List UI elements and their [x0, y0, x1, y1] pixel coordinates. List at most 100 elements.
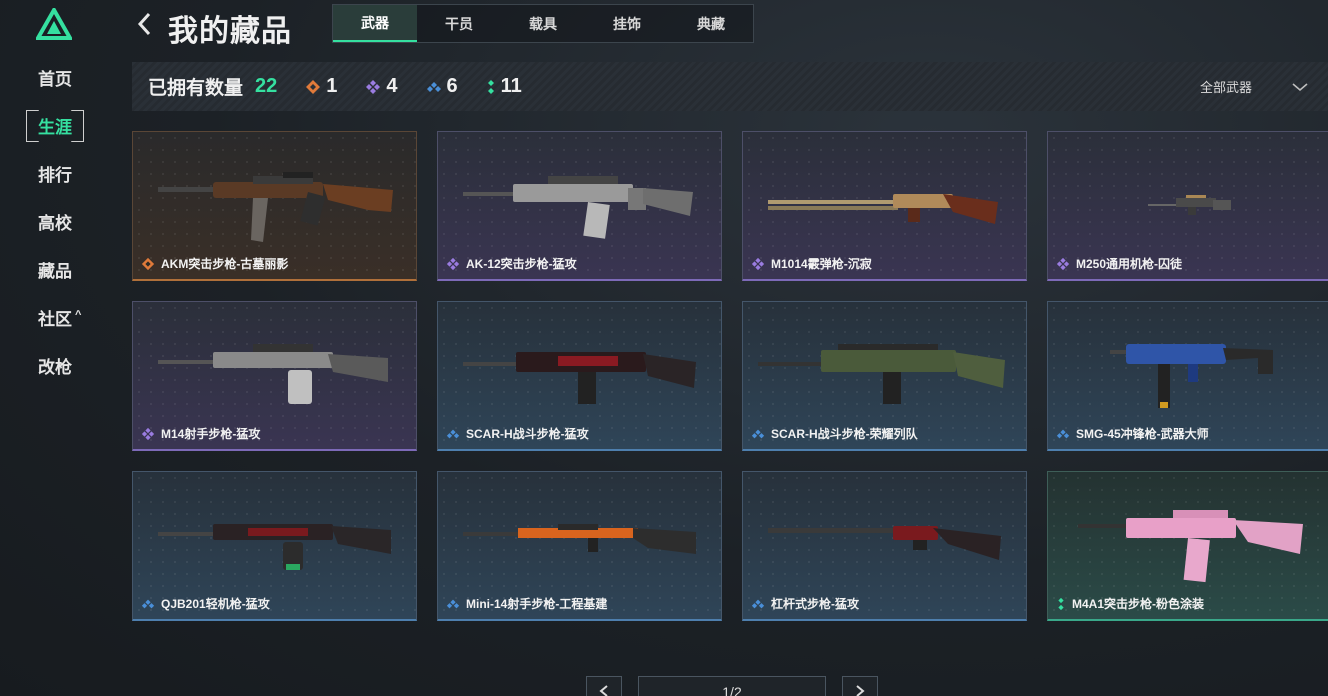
weapon-filter-dropdown[interactable]: 全部武器	[1200, 62, 1308, 111]
card-caption: M4A1突击步枪-粉色涂装	[1056, 595, 1204, 612]
rarity-count-green: 11	[486, 75, 522, 98]
collection-card[interactable]: M4A1突击步枪-粉色涂装	[1047, 471, 1328, 621]
card-title: SMG-45冲锋枪-武器大师	[1076, 427, 1209, 441]
collection-card[interactable]: AK-12突击步枪-猛攻	[437, 131, 722, 281]
sidebar-item-label: 排行	[38, 165, 72, 185]
shotgun-m1014-image	[768, 194, 998, 224]
collection-card[interactable]: AKM突击步枪-古墓丽影	[132, 131, 417, 281]
card-caption: SCAR-H战斗步枪-荣耀列队	[751, 425, 918, 442]
sidebar-item-home[interactable]: 首页	[24, 60, 88, 94]
rifle-m4a1-pink-image	[1078, 510, 1303, 583]
card-caption: M14射手步枪-猛攻	[141, 425, 260, 442]
prev-page-button[interactable]	[586, 676, 622, 696]
card-caption: AK-12突击步枪-猛攻	[446, 255, 577, 272]
blue-diamond-icon	[751, 429, 765, 438]
lever-action-rifle-image	[768, 526, 1001, 560]
owned-count-label: 已拥有数量	[148, 78, 244, 99]
card-title: M250通用机枪-囚徒	[1076, 257, 1183, 271]
sidebar-item-label: 改枪	[38, 357, 72, 377]
card-title: 杠杆式步枪-猛攻	[771, 597, 859, 611]
rarity-count-blue: 6	[426, 75, 458, 98]
blue-diamond-icon	[426, 81, 441, 92]
sidebar-item-career[interactable]: 生涯	[24, 108, 88, 142]
tab-charms[interactable]: 挂饰	[585, 5, 669, 42]
card-title: SCAR-H战斗步枪-荣耀列队	[771, 427, 918, 441]
card-title: M1014霰弹枪-沉寂	[771, 257, 872, 271]
collection-card[interactable]: M1014霰弹枪-沉寂	[742, 131, 1027, 281]
card-title: M4A1突击步枪-粉色涂装	[1072, 597, 1205, 611]
owned-count-value: 22	[255, 75, 278, 97]
back-arrow-icon[interactable]	[134, 9, 154, 39]
purple-diamond-icon	[366, 79, 381, 94]
sidebar-item-college[interactable]: 高校	[24, 204, 88, 238]
collection-card[interactable]: QJB201轻机枪-猛攻	[132, 471, 417, 621]
rarity-count: 1	[326, 75, 338, 97]
card-title: QJB201轻机枪-猛攻	[161, 597, 270, 611]
purple-diamond-icon	[1056, 257, 1070, 270]
sidebar-item-community[interactable]: 社区 ^	[24, 300, 88, 334]
card-caption: AKM突击步枪-古墓丽影	[141, 255, 288, 272]
rarity-count: 11	[500, 75, 522, 97]
chevron-left-icon	[599, 685, 608, 696]
chevron-up-icon: ^	[75, 309, 82, 321]
rifle-mini14-image	[463, 524, 696, 554]
card-caption: QJB201轻机枪-猛攻	[141, 595, 270, 612]
collection-card[interactable]: SCAR-H战斗步枪-猛攻	[437, 301, 722, 451]
collection-card[interactable]: M250通用机枪-囚徒	[1047, 131, 1328, 281]
stats-bar: 已拥有数量 22 1 4 6 11 全部武器	[132, 62, 1328, 111]
rarity-count-purple: 4	[365, 75, 398, 98]
sidebar-item-label: 社区	[38, 309, 72, 329]
collection-card[interactable]: M14射手步枪-猛攻	[132, 301, 417, 451]
sidebar-item-label: 生涯	[38, 117, 72, 137]
collection-card[interactable]: Mini-14射手步枪-工程基建	[437, 471, 722, 621]
tab-vehicles[interactable]: 载具	[501, 5, 585, 42]
page-indicator: 1/2	[638, 676, 826, 696]
smg-45-image	[1110, 344, 1273, 408]
purple-diamond-icon	[141, 427, 155, 440]
tab-collection-archive[interactable]: 典藏	[669, 5, 753, 42]
blue-diamond-icon	[141, 599, 155, 608]
blue-diamond-icon	[446, 599, 460, 608]
tab-weapons[interactable]: 武器	[333, 5, 417, 42]
orange-diamond-icon	[141, 257, 155, 270]
green-dots-icon	[1058, 597, 1064, 610]
lmg-qjb201-image	[158, 524, 391, 570]
page-title: 我的藏品	[168, 15, 292, 48]
collection-card[interactable]: 杠杆式步枪-猛攻	[742, 471, 1027, 621]
app-logo-icon[interactable]	[36, 8, 72, 40]
card-caption: M250通用机枪-囚徒	[1056, 255, 1182, 272]
chevron-down-icon	[1292, 82, 1308, 91]
card-caption: SMG-45冲锋枪-武器大师	[1056, 425, 1209, 442]
rarity-count-orange: 1	[305, 75, 337, 98]
card-caption: SCAR-H战斗步枪-猛攻	[446, 425, 589, 442]
rifle-m14-image	[158, 344, 388, 404]
card-caption: 杠杆式步枪-猛攻	[751, 595, 859, 612]
chevron-right-icon	[856, 685, 865, 696]
blue-diamond-icon	[446, 429, 460, 438]
purple-diamond-icon	[751, 257, 765, 270]
orange-diamond-icon	[306, 79, 321, 94]
rifle-scar-h-green-image	[758, 344, 1005, 404]
sidebar-item-label: 藏品	[38, 261, 72, 281]
purple-diamond-icon	[446, 257, 460, 270]
sidebar-item-collection[interactable]: 藏品	[24, 252, 88, 286]
collection-card[interactable]: SMG-45冲锋枪-武器大师	[1047, 301, 1328, 451]
sidebar-item-ranking[interactable]: 排行	[24, 156, 88, 190]
sidebar-item-label: 首页	[38, 69, 72, 89]
rifle-scar-h-image	[463, 352, 696, 404]
filter-selected-label: 全部武器	[1199, 80, 1252, 95]
tab-operators[interactable]: 干员	[417, 5, 501, 42]
category-tabs: 武器 干员 载具 挂饰 典藏	[332, 4, 754, 43]
next-page-button[interactable]	[842, 676, 878, 696]
rifle-akm-image	[158, 172, 393, 242]
card-title: AK-12突击步枪-猛攻	[466, 257, 577, 271]
rarity-count: 6	[446, 75, 458, 97]
green-dots-icon	[487, 79, 494, 94]
blue-diamond-icon	[751, 599, 765, 608]
card-title: M14射手步枪-猛攻	[161, 427, 261, 441]
card-title: SCAR-H战斗步枪-猛攻	[466, 427, 589, 441]
machine-gun-m250-image	[1148, 195, 1231, 215]
collection-card[interactable]: SCAR-H战斗步枪-荣耀列队	[742, 301, 1027, 451]
rarity-count: 4	[386, 75, 398, 97]
sidebar-item-gunsmith[interactable]: 改枪	[24, 348, 88, 382]
